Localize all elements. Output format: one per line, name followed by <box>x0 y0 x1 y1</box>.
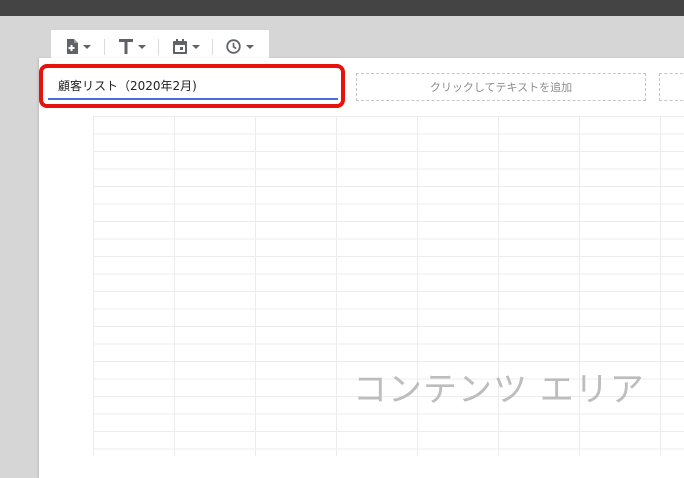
calendar-icon <box>172 39 187 54</box>
chevron-down-icon <box>246 44 254 49</box>
content-area-watermark: コンテンツ エリア <box>353 370 645 410</box>
add-text-placeholder-secondary[interactable] <box>659 73 684 101</box>
text-icon <box>118 39 133 54</box>
chevron-down-icon <box>191 44 200 49</box>
window-top-bar <box>0 0 684 16</box>
chevron-down-icon <box>137 44 146 49</box>
add-text-label: クリックしてテキストを追加 <box>429 81 573 94</box>
report-title-input[interactable]: 顧客リスト（2020年2月) <box>48 72 338 100</box>
add-page-icon <box>66 39 78 54</box>
chevron-down-icon <box>82 44 91 49</box>
add-text-placeholder[interactable]: クリックしてテキストを追加 <box>356 73 646 101</box>
clock-icon <box>226 39 241 54</box>
